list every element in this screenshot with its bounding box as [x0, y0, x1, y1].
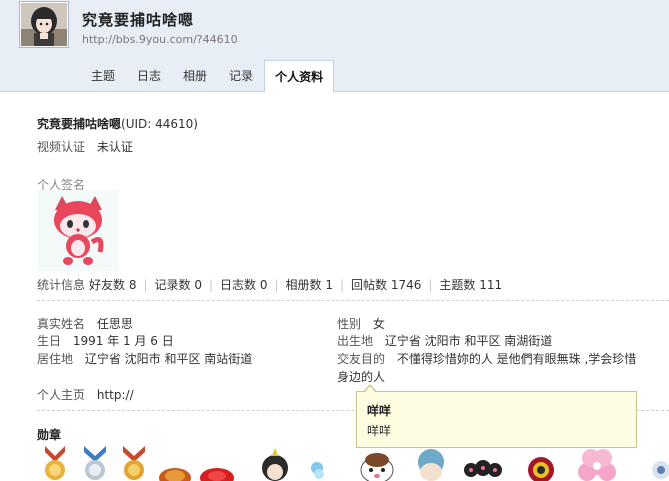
birthday-label: 生日 [37, 334, 62, 348]
stats-divider: | [143, 277, 148, 292]
uid-label: (UID: 44610) [121, 117, 198, 131]
signature-image [38, 190, 119, 271]
stats-divider: | [274, 277, 279, 292]
medal-icon[interactable] [199, 446, 235, 481]
birthday-value: 1991 年 1 月 6 日 [72, 334, 174, 348]
medal-icon[interactable] [523, 446, 559, 481]
realname-value: 任思思 [96, 317, 133, 331]
realname-line: 真实姓名 任思思 [37, 315, 133, 332]
medal-icon[interactable] [257, 446, 293, 481]
avatar-image [21, 3, 67, 46]
username: 究竟要捕咕啥嗯 [37, 117, 122, 131]
stats-divider: | [428, 277, 433, 292]
residence-label: 居住地 [37, 352, 74, 366]
username-line: 究竟要捕咕啥嗯(UID: 44610) [37, 115, 198, 132]
birthplace-value: 辽宁省 沈阳市 和平区 南湖街道 [384, 334, 553, 348]
medal-icon[interactable] [411, 446, 451, 481]
divider [37, 300, 669, 301]
tooltip-arrow-inner [364, 386, 376, 393]
homepage-label: 个人主页 [37, 388, 86, 402]
profile-tabs: 主题 日志 相册 记录 个人资料 [80, 60, 335, 93]
video-verify-line: 视频认证 未认证 [37, 138, 133, 155]
birthday-line: 生日 1991 年 1 月 6 日 [37, 332, 174, 349]
medal-icon[interactable] [571, 446, 623, 481]
purpose-label: 交友目的 [337, 352, 386, 366]
medal-icon[interactable] [357, 446, 397, 481]
tooltip-body: 咩咩 [367, 424, 392, 438]
signature-cartoon-image [38, 190, 119, 271]
stats-divider: | [208, 277, 214, 292]
residence-line: 居住地 辽宁省 沈阳市 和平区 南站街道 [37, 350, 252, 367]
gender-label: 性别 [337, 317, 362, 331]
profile-url[interactable]: http://bbs.9you.com/?44610 [82, 33, 238, 46]
stat-topics[interactable]: 主题数 111 [439, 276, 502, 293]
profile-title: 究竟要捕咕啥嗯 [82, 11, 195, 29]
birthplace-label: 出生地 [337, 334, 374, 348]
birthplace-line: 出生地 辽宁省 沈阳市 和平区 南湖街道 [337, 332, 552, 349]
profile-header: 究竟要捕咕啥嗯 http://bbs.9you.com/?44610 主题 日志… [0, 0, 669, 93]
medal-icon[interactable] [157, 446, 193, 481]
residence-value: 辽宁省 沈阳市 和平区 南站街道 [84, 352, 253, 366]
medal-icon[interactable] [461, 446, 505, 481]
purpose-value: 不懂得珍惜妳的人 是他們有眼無珠 ,学会珍惜 [396, 352, 637, 366]
gender-line: 性别 女 [337, 315, 385, 332]
medal-tooltip: 咩咩 咩咩 [356, 384, 637, 448]
stat-replies[interactable]: 回帖数 1746 [351, 276, 421, 293]
medals-list [37, 446, 669, 481]
video-verify-label: 视频认证 [37, 140, 86, 154]
stats-divider: | [339, 277, 345, 292]
stats-label: 统计信息 [37, 278, 86, 292]
tab-profile[interactable]: 个人资料 [264, 60, 335, 93]
medal-icon[interactable] [119, 446, 149, 481]
stat-friends[interactable]: 好友数 8 [89, 276, 136, 293]
user-avatar[interactable] [19, 1, 69, 48]
tab-album[interactable]: 相册 [172, 60, 218, 93]
stats-line: 统计信息 好友数 8 | 记录数 0 | 日志数 0 | 相册数 1 | 回帖数… [37, 276, 502, 293]
homepage-line: 个人主页 http:// [37, 386, 134, 403]
medal-icon[interactable] [305, 446, 329, 481]
tooltip-title: 咩咩 [367, 404, 392, 418]
medals-label: 勋章 [37, 428, 62, 442]
gender-value: 女 [372, 317, 385, 331]
homepage-value[interactable]: http:// [97, 388, 134, 402]
tab-topics[interactable]: 主题 [80, 60, 126, 93]
medal-icon[interactable] [80, 446, 110, 481]
video-verify-value: 未认证 [96, 140, 133, 154]
medal-icon[interactable] [643, 446, 669, 481]
purpose-line-2: 身边的人 [337, 370, 386, 384]
realname-label: 真实姓名 [37, 317, 86, 331]
stat-records[interactable]: 记录数 0 [155, 276, 202, 293]
tab-blog[interactable]: 日志 [126, 60, 172, 93]
medal-icon[interactable] [37, 446, 73, 481]
purpose-line: 交友目的 不懂得珍惜妳的人 是他們有眼無珠 ,学会珍惜 [337, 350, 636, 367]
tab-records[interactable]: 记录 [218, 60, 264, 93]
stat-blogs[interactable]: 日志数 0 [220, 276, 267, 293]
stat-albums[interactable]: 相册数 1 [286, 276, 333, 293]
